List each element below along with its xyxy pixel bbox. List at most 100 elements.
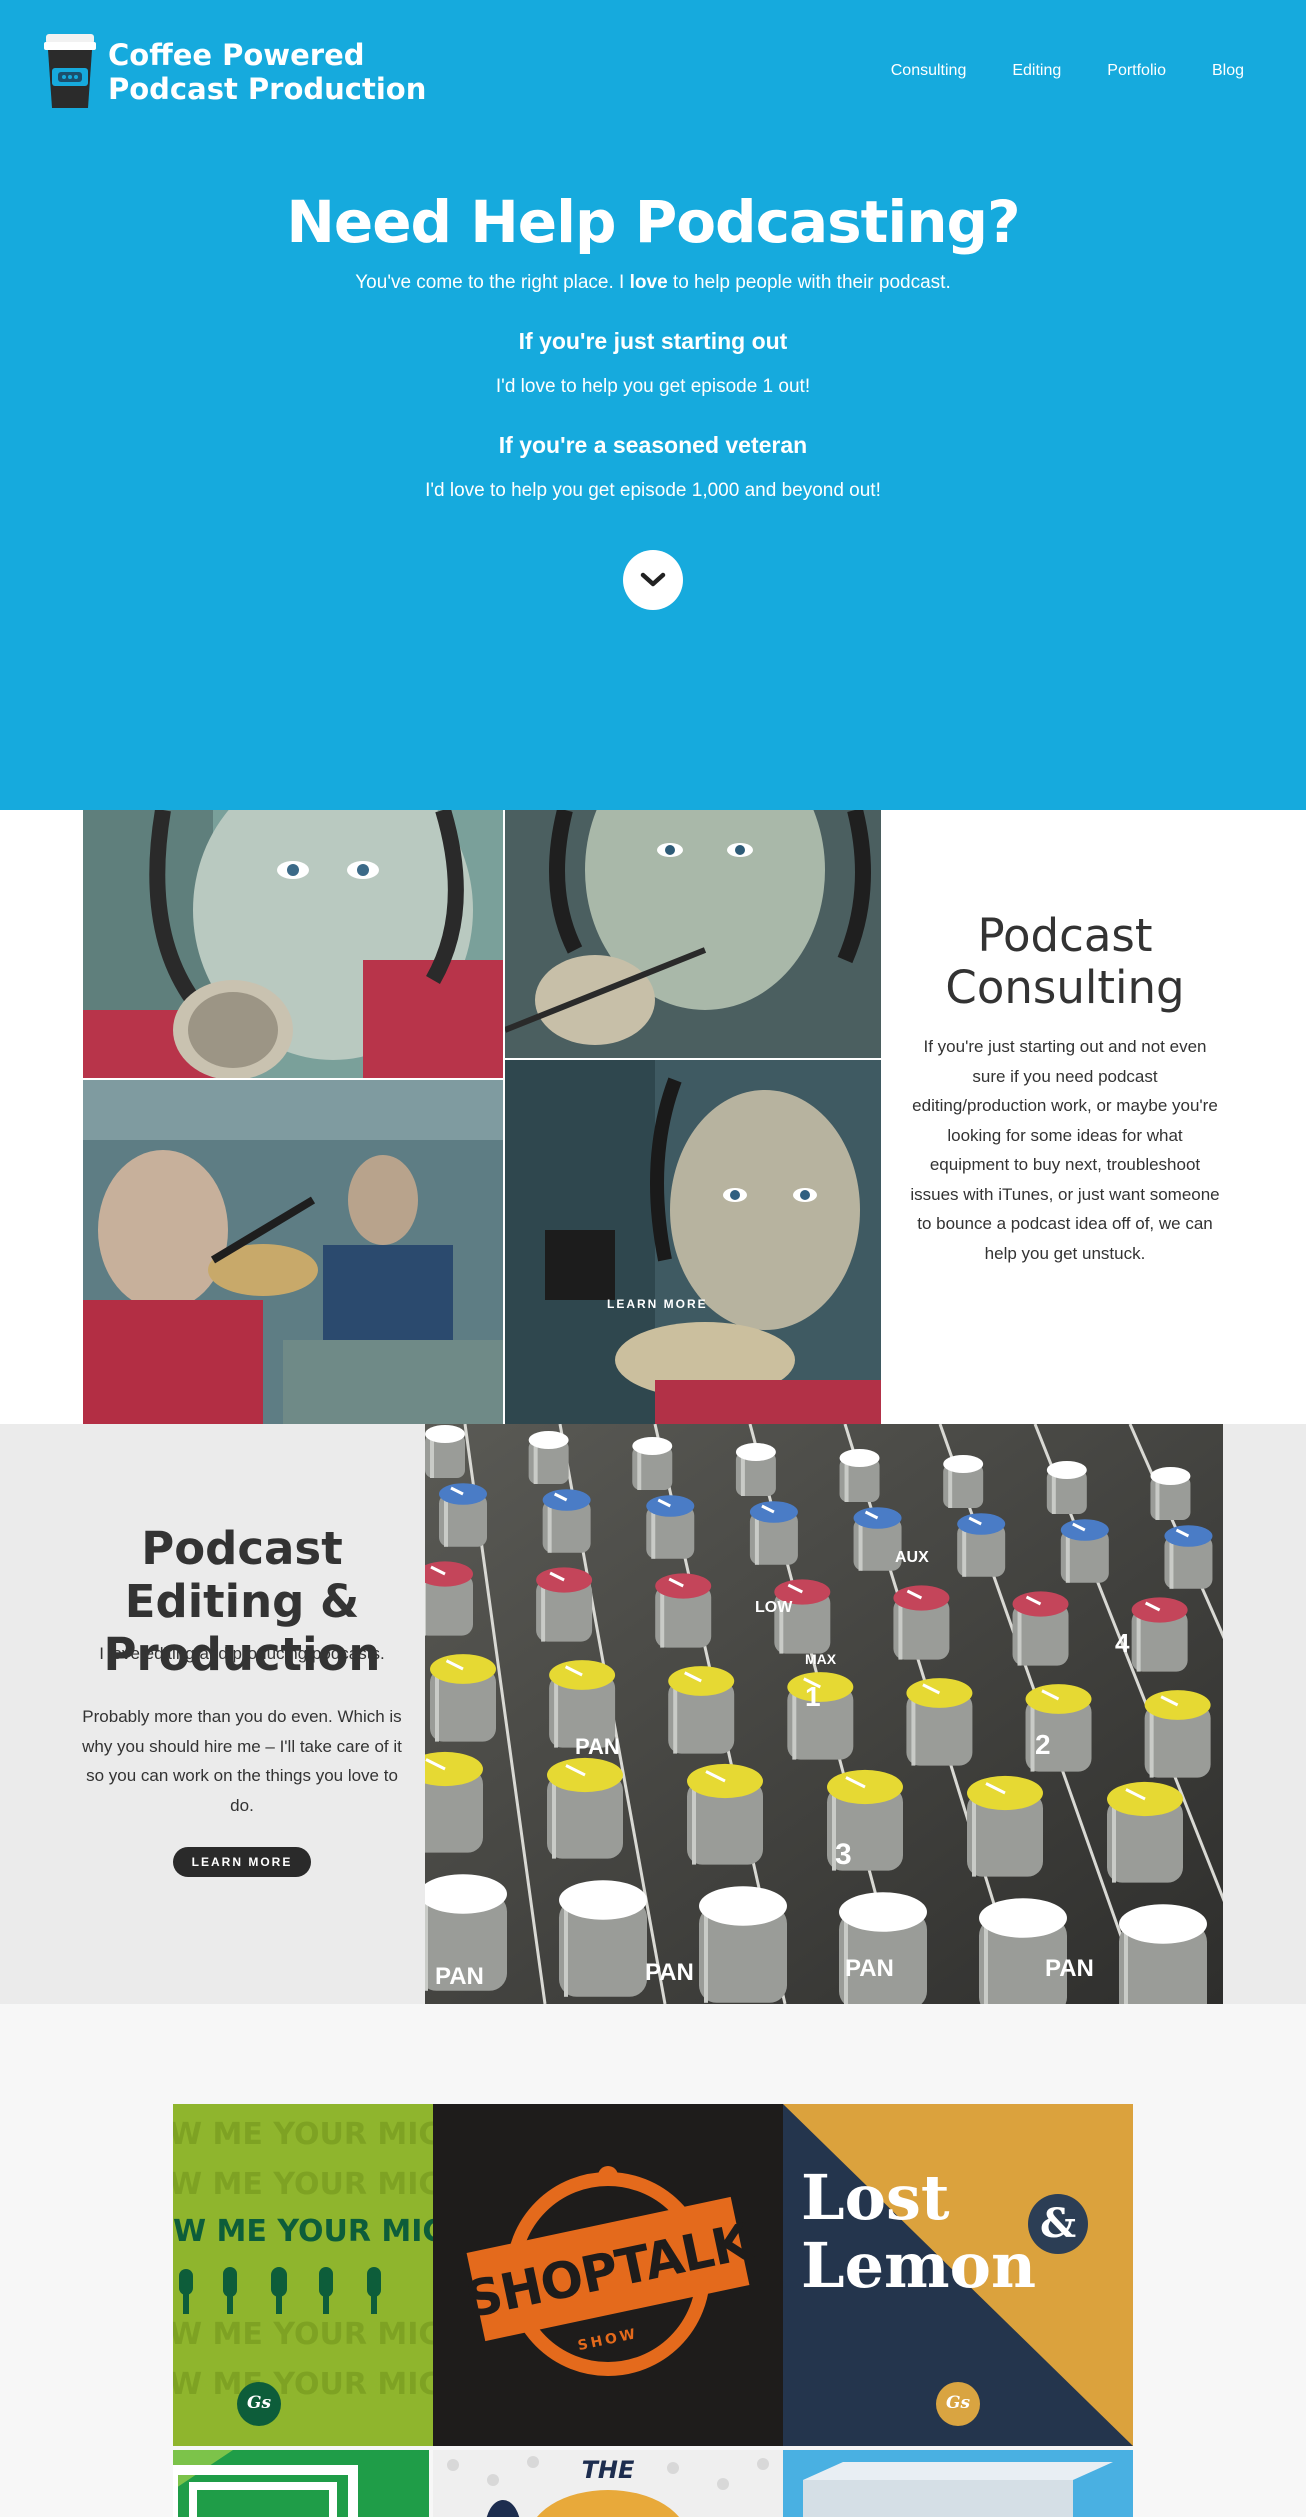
- mixer-knob: [906, 1678, 973, 1766]
- mixer-knob: [1046, 1461, 1087, 1514]
- mixer-knob: [957, 1513, 1006, 1577]
- portfolio-tile-5[interactable]: THE: [433, 2450, 783, 2517]
- mixer-label: PAN: [575, 1734, 620, 1759]
- mixer-knob: [1131, 1597, 1188, 1672]
- main-nav: Consulting Editing Portfolio Blog: [891, 62, 1244, 80]
- consulting-photo-2: [505, 810, 881, 1058]
- mixer-knob: [967, 1775, 1043, 1877]
- mixer-knob: [774, 1579, 831, 1654]
- mixer-knob: [430, 1654, 496, 1742]
- portfolio-tile-6[interactable]: [783, 2450, 1133, 2517]
- hero-intro-end: to help people with their podcast.: [667, 272, 951, 293]
- editing-learn-more-button[interactable]: LEARN MORE: [173, 1847, 311, 1877]
- mixer-knob: [528, 1431, 569, 1484]
- mixer-knob: [559, 1880, 647, 1997]
- mixer-knob: [542, 1489, 591, 1553]
- mixer-knob: [979, 1898, 1067, 2004]
- mixer-label: PAN: [845, 1955, 894, 1982]
- consulting-learn-more-link[interactable]: LEARN MORE: [607, 1297, 708, 1311]
- mixer-label: 1: [805, 1681, 821, 1712]
- mixer-knob: [1164, 1525, 1213, 1589]
- mixer-knob: [668, 1666, 735, 1754]
- nav-consulting[interactable]: Consulting: [891, 62, 967, 80]
- scroll-down-button[interactable]: [623, 550, 683, 610]
- consulting-title: Podcast Consulting: [945, 909, 1185, 1014]
- editing-intro: I love editing and producing podcasts.: [99, 1644, 385, 1663]
- logo-line-1: Coffee Powered: [108, 38, 365, 72]
- mixer-knob: [536, 1567, 593, 1642]
- mixer-label: LOW: [755, 1599, 793, 1616]
- logo-line-2: Podcast Production: [108, 72, 427, 106]
- mixer-label: 2: [1035, 1729, 1051, 1760]
- chevron-down-icon: [640, 572, 666, 587]
- tile-1-title: W ME YOUR MIC: [173, 2214, 433, 2249]
- mixer-knob: [655, 1573, 712, 1648]
- mixer-knob: [893, 1585, 950, 1660]
- mixer-knob: [943, 1455, 984, 1508]
- tile-3-title-line-1: Lost: [801, 2161, 950, 2234]
- mixer-knob: [699, 1886, 787, 2003]
- coffee-cup-icon: [44, 34, 96, 110]
- consulting-photo-3: [83, 1080, 503, 1424]
- mixer-knob: [632, 1437, 673, 1490]
- mixer-knob: [735, 1443, 776, 1496]
- mixer-knob: [1144, 1690, 1211, 1778]
- hero-intro-start: You've come to the right place. I: [355, 272, 630, 293]
- mixer-knob: [1119, 1904, 1207, 2004]
- portfolio-tile-show-me-your-mic[interactable]: W ME YOUR MIC W ME YOUR MIC W ME YOUR MI…: [173, 2104, 433, 2446]
- mixer-knob: [687, 1763, 763, 1865]
- hero-title: Need Help Podcasting?: [286, 188, 1020, 256]
- svg-text:W ME YOUR MIC: W ME YOUR MIC: [173, 2117, 433, 2152]
- consulting-section: LEARN MORE Podcast Consulting If you're …: [0, 810, 1306, 1424]
- tile-1-badge: Gs: [246, 2393, 272, 2413]
- mixer-knob: [1150, 1467, 1191, 1520]
- mixer-knob: [1060, 1519, 1109, 1583]
- nav-portfolio[interactable]: Portfolio: [1107, 62, 1166, 80]
- hero-intro: You've come to the right place. I love t…: [0, 272, 1306, 294]
- mixer-knob: [425, 1561, 473, 1636]
- mixer-knob: [1107, 1781, 1183, 1883]
- mixer-knob: [839, 1892, 927, 2004]
- tile-3-badge: Gs: [945, 2393, 971, 2413]
- veteran-text: I'd love to help you get episode 1,000 a…: [425, 480, 881, 501]
- mixer-label: AUX: [895, 1549, 929, 1566]
- hero-section: Coffee Powered Podcast Production Consul…: [0, 0, 1306, 810]
- mixer-knob: [425, 1751, 483, 1853]
- editing-description: Probably more than you do even. Which is…: [82, 1707, 402, 1815]
- nav-blog[interactable]: Blog: [1212, 62, 1244, 80]
- mixer-label: PAN: [1045, 1955, 1094, 1982]
- svg-text:W ME YOUR MIC: W ME YOUR MIC: [173, 2317, 433, 2352]
- beginner-heading: If you're just starting out: [518, 328, 788, 354]
- mixer-knob: [839, 1449, 880, 1502]
- tile-5-title: THE: [581, 2456, 635, 2484]
- editing-section: Podcast Editing & Production I love edit…: [0, 1424, 1306, 2004]
- consulting-photo-1: [83, 810, 503, 1078]
- beginner-text: I'd love to help you get episode 1 out!: [495, 376, 811, 397]
- consulting-photo-4: [505, 1060, 881, 1424]
- portfolio-tile-4[interactable]: [173, 2450, 429, 2517]
- nav-editing[interactable]: Editing: [1012, 62, 1061, 80]
- svg-text:W ME YOUR MIC: W ME YOUR MIC: [173, 2367, 433, 2402]
- mixer-knob: [749, 1501, 798, 1565]
- tile-3-title-line-2: Lemon: [801, 2229, 1037, 2302]
- logo-text: Coffee Powered Podcast Production: [108, 38, 426, 106]
- tile-3-ampersand: &: [1039, 2200, 1077, 2247]
- site-logo[interactable]: Coffee Powered Podcast Production: [44, 34, 426, 110]
- consulting-description: If you're just starting out and not even…: [910, 1037, 1220, 1263]
- mixer-label: PAN: [435, 1963, 484, 1990]
- mixer-knob: [547, 1757, 623, 1859]
- hero-intro-bold: love: [629, 272, 668, 293]
- portfolio-tile-shoptalk[interactable]: SHOPTALK SHOW: [433, 2104, 783, 2446]
- veteran-heading: If you're a seasoned veteran: [498, 432, 808, 458]
- portfolio-tile-lost-and-lemon[interactable]: Lost & Lemon Gs: [783, 2104, 1133, 2446]
- svg-text:W ME YOUR MIC: W ME YOUR MIC: [173, 2167, 433, 2202]
- mixer-knob: [425, 1425, 465, 1478]
- mixer-label: MAX: [805, 1651, 837, 1667]
- mixer-knob: [646, 1495, 695, 1559]
- mixer-photo: AUX LOW MAX PAN 1 2 3 PAN PAN PAN PAN 4: [425, 1424, 1223, 2004]
- mixer-label: 3: [835, 1838, 852, 1871]
- mixer-label: 4: [1115, 1628, 1130, 1658]
- mixer-label: PAN: [645, 1959, 694, 1986]
- mixer-knob: [439, 1483, 487, 1547]
- mixer-knob: [1012, 1591, 1069, 1666]
